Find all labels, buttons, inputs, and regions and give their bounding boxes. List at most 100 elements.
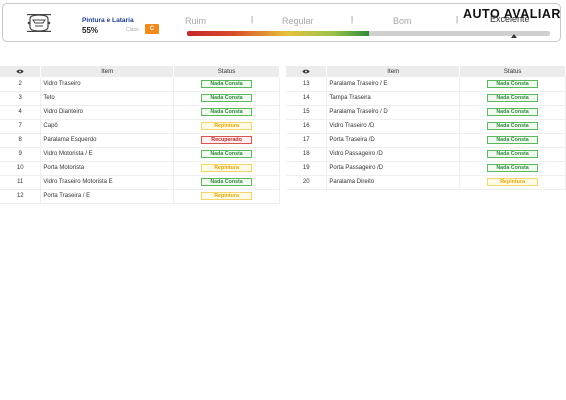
- status-badge: Nada Consta: [201, 108, 253, 116]
- item-status-cell: Repintura: [173, 161, 280, 176]
- item-status-cell: Repintura: [173, 119, 280, 134]
- item-name: Porta Traseira / E: [40, 189, 174, 204]
- status-column-header: Status: [173, 66, 280, 77]
- table-row[interactable]: 15 Paralama Traseiro / D Nada Consta: [286, 105, 566, 120]
- status-badge: Nada Consta: [487, 136, 539, 144]
- table-row[interactable]: 10 Porta Motorista Repintura: [0, 161, 280, 176]
- item-name: Vidro Traseiro /D: [326, 119, 460, 134]
- category-title: Pintura e Lataria: [82, 17, 134, 24]
- table-header-row: Item Status: [286, 66, 566, 77]
- item-status-cell: Nada Consta: [459, 161, 566, 176]
- item-number: 10: [0, 161, 41, 176]
- item-status-cell: Nada Consta: [459, 119, 566, 134]
- item-name: Tampa Traseira: [326, 91, 460, 106]
- status-badge: Repintura: [201, 164, 253, 172]
- item-status-cell: Nada Consta: [459, 147, 566, 162]
- scale-marker-icon: [511, 34, 517, 38]
- class-badge: C: [145, 24, 159, 34]
- scale-separator: |: [251, 15, 254, 24]
- items-table-right: Item Status 13 Paralama Traseiro / E Nada …: [286, 66, 566, 190]
- brand-logo: AUTO AVALIAR: [463, 7, 561, 21]
- scale-label-regular: Regular: [282, 16, 314, 26]
- item-name: Vidro Traseiro Motorista E: [40, 175, 174, 190]
- item-number: 19: [286, 161, 327, 176]
- table-row[interactable]: 4 Vidro Dianteiro Nada Consta: [0, 105, 280, 120]
- table-row[interactable]: 17 Porta Traseira /D Nada Consta: [286, 133, 566, 148]
- item-number: 8: [0, 133, 41, 148]
- item-name: Capô: [40, 119, 174, 134]
- status-badge: Recuperado: [201, 136, 253, 144]
- item-status-cell: Repintura: [459, 175, 566, 190]
- items-table-left: Item Status 2 Vidro Traseiro Nada Consta 3 T…: [0, 66, 280, 204]
- table-row[interactable]: 2 Vidro Traseiro Nada Consta: [0, 77, 280, 92]
- item-number: 16: [286, 119, 327, 134]
- table-row[interactable]: 20 Paralama Direito Repintura: [286, 175, 566, 190]
- item-number: 7: [0, 119, 41, 134]
- category-percent: 55%: [82, 26, 99, 35]
- eye-column-header: [286, 66, 328, 77]
- item-name: Paralama Traseiro / D: [326, 105, 460, 120]
- item-name: Vidro Passageiro /D: [326, 147, 460, 162]
- status-badge: Repintura: [487, 178, 539, 186]
- status-badge: Nada Consta: [201, 178, 253, 186]
- status-badge: Repintura: [201, 192, 253, 200]
- score-bar-fill: [187, 31, 369, 36]
- score-bar: [187, 31, 550, 36]
- eye-column-header: [0, 66, 42, 77]
- item-name: Vidro Traseiro: [40, 77, 174, 92]
- scale-separator: |: [351, 15, 354, 24]
- table-row[interactable]: 14 Tampa Traseira Nada Consta: [286, 91, 566, 106]
- item-number: 14: [286, 91, 327, 106]
- status-badge: Repintura: [201, 122, 253, 130]
- table-row[interactable]: 18 Vidro Passageiro /D Nada Consta: [286, 147, 566, 162]
- table-row[interactable]: 8 Paralama Esquerdo Recuperado: [0, 133, 280, 148]
- table-row[interactable]: 3 Teto Nada Consta: [0, 91, 280, 106]
- item-number: 11: [0, 175, 41, 190]
- status-badge: Nada Consta: [201, 150, 253, 158]
- status-badge: Nada Consta: [201, 94, 253, 102]
- item-status-cell: Nada Consta: [173, 77, 280, 92]
- table-row[interactable]: 7 Capô Repintura: [0, 119, 280, 134]
- status-badge: Nada Consta: [487, 108, 539, 116]
- item-number: 17: [286, 133, 327, 148]
- item-number: 3: [0, 91, 41, 106]
- table-row[interactable]: 11 Vidro Traseiro Motorista E Nada Consta: [0, 175, 280, 190]
- item-name: Teto: [40, 91, 174, 106]
- header-card: Pintura e Lataria 55% Class. C Ruim | Re…: [2, 3, 561, 42]
- item-status-cell: Nada Consta: [459, 105, 566, 120]
- eye-icon: [16, 69, 24, 74]
- table-row[interactable]: 12 Porta Traseira / E Repintura: [0, 189, 280, 204]
- status-badge: Nada Consta: [487, 79, 539, 88]
- item-number: 2: [0, 77, 41, 92]
- item-status-cell: Recuperado: [173, 133, 280, 148]
- item-status-cell: Nada Consta: [459, 91, 566, 106]
- status-badge: Nada Consta: [487, 94, 539, 102]
- item-number: 13: [286, 77, 327, 92]
- item-number: 12: [0, 189, 41, 204]
- item-column-header: Item: [40, 66, 175, 77]
- item-status-cell: Nada Consta: [173, 147, 280, 162]
- item-name: Paralama Esquerdo: [40, 133, 174, 148]
- item-status-cell: Nada Consta: [173, 105, 280, 120]
- status-badge: Nada Consta: [487, 150, 539, 158]
- table-row[interactable]: 9 Vidro Motorista / E Nada Consta: [0, 147, 280, 162]
- table-header-row: Item Status: [0, 66, 280, 77]
- item-name: Paralama Traseiro / E: [326, 77, 460, 92]
- scale-label-bom: Bom: [393, 16, 412, 26]
- item-status-cell: Nada Consta: [173, 175, 280, 190]
- item-status-cell: Nada Consta: [173, 91, 280, 106]
- item-name: Porta Traseira /D: [326, 133, 460, 148]
- table-row[interactable]: 19 Porta Passageiro /D Nada Consta: [286, 161, 566, 176]
- scale-separator: |: [456, 15, 459, 24]
- item-name: Paralama Direito: [326, 175, 460, 190]
- item-status-cell: Nada Consta: [459, 77, 566, 92]
- item-name: Vidro Motorista / E: [40, 147, 174, 162]
- item-column-header: Item: [326, 66, 461, 77]
- table-row[interactable]: 13 Paralama Traseiro / E Nada Consta: [286, 77, 566, 92]
- status-badge: Nada Consta: [487, 164, 539, 172]
- item-name: Vidro Dianteiro: [40, 105, 174, 120]
- item-status-cell: Nada Consta: [459, 133, 566, 148]
- eye-icon: [302, 69, 310, 74]
- table-row[interactable]: 16 Vidro Traseiro /D Nada Consta: [286, 119, 566, 134]
- status-badge: Nada Consta: [487, 122, 539, 130]
